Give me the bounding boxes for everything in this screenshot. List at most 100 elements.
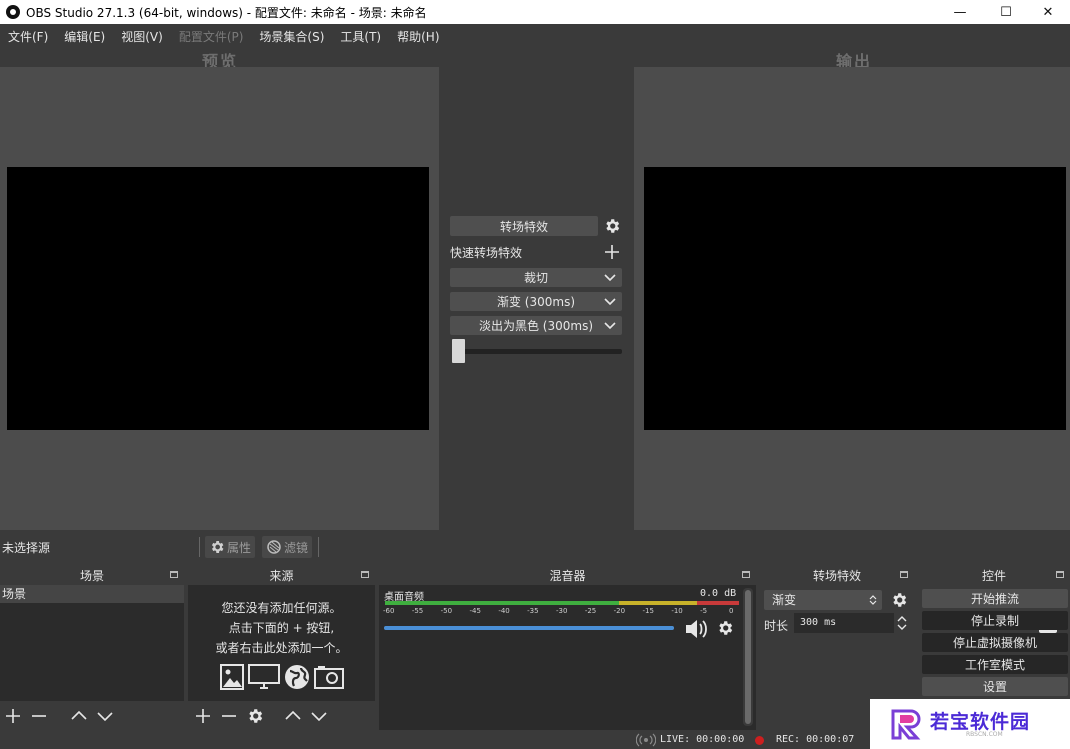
source-type-icons — [188, 664, 375, 690]
add-source-icon[interactable] — [194, 707, 212, 725]
image-icon — [219, 664, 244, 690]
meter-tick-label: -25 — [584, 607, 597, 615]
watermark-subtext: RBSCN.COM — [966, 731, 1003, 738]
program-canvas[interactable] — [644, 167, 1066, 430]
camera-icon — [313, 666, 344, 689]
menu-help[interactable]: 帮助(H) — [389, 28, 447, 45]
window-title: OBS Studio 27.1.3 (64-bit, windows) - 配置… — [26, 5, 427, 20]
close-button[interactable]: ✕ — [1026, 0, 1070, 24]
list-item[interactable]: 场景 — [0, 585, 184, 603]
menu-profile[interactable]: 配置文件(P) — [171, 28, 252, 45]
quick-transitions-label: 快速转场特效 — [450, 246, 523, 260]
menu-edit[interactable]: 编辑(E) — [56, 28, 113, 45]
settings-button[interactable]: 设置 — [922, 677, 1068, 696]
move-down-icon[interactable] — [310, 707, 328, 725]
start-streaming-button[interactable]: 开始推流 — [922, 589, 1068, 608]
toolbar-divider — [199, 537, 200, 557]
maximize-button[interactable]: ☐ — [984, 0, 1028, 24]
move-up-icon[interactable] — [284, 707, 302, 725]
chevron-down-icon — [604, 322, 616, 330]
sources-title-label: 来源 — [269, 568, 294, 583]
mixer-title-label: 混音器 — [549, 568, 586, 583]
scenes-list[interactable]: 场景 — [0, 585, 184, 701]
live-timer: LIVE: 00:00:00 — [660, 734, 745, 745]
speaker-icon[interactable] — [684, 618, 708, 640]
live-broadcast-icon — [636, 733, 656, 747]
empty-hint-line: 您还没有添加任何源。 — [221, 601, 342, 615]
move-down-icon[interactable] — [96, 707, 114, 725]
watermark-badge: 若宝软件园 RBSCN.COM — [870, 699, 1070, 749]
transition-select[interactable]: 渐变 — [764, 590, 882, 610]
float-dock-icon[interactable] — [900, 571, 908, 578]
empty-hint-line: 或者右击此处添加一个。 — [215, 641, 348, 655]
meter-tick-label: -35 — [527, 607, 539, 615]
properties-button[interactable]: 属性 — [205, 536, 256, 558]
meter-tick-label: -30 — [556, 607, 568, 615]
controls-title-label: 控件 — [981, 568, 1006, 583]
quick-transition-label: 裁切 — [523, 271, 548, 285]
sources-list[interactable]: 您还没有添加任何源。 点击下面的 + 按钮, 或者右击此处添加一个。 — [188, 585, 375, 701]
menu-file[interactable]: 文件(F) — [0, 28, 56, 45]
menu-tools[interactable]: 工具(T) — [332, 28, 389, 45]
remove-source-icon[interactable] — [220, 707, 238, 725]
menu-bar: 文件(F) 编辑(E) 视图(V) 配置文件(P) 场景集合(S) 工具(T) … — [0, 24, 1070, 48]
meter-tick-label: -50 — [440, 607, 453, 615]
globe-icon — [284, 665, 309, 689]
add-scene-icon[interactable] — [4, 707, 22, 725]
menu-scene-collection[interactable]: 场景集合(S) — [251, 28, 332, 45]
float-dock-icon[interactable] — [1056, 571, 1064, 578]
transition-button[interactable]: 转场特效 — [450, 216, 598, 236]
float-dock-icon[interactable] — [361, 571, 369, 578]
transition-slider-handle[interactable] — [452, 339, 465, 363]
mixer-scrollbar-thumb[interactable] — [745, 590, 751, 724]
source-properties-gear-icon[interactable] — [246, 707, 264, 725]
quick-transition-cut[interactable]: 裁切 — [450, 268, 622, 287]
toolbar-divider — [318, 537, 319, 557]
updown-chevron-icon — [869, 595, 877, 605]
meter-tick-label: -60 — [383, 607, 395, 615]
transition-properties-gear-icon[interactable] — [890, 591, 908, 609]
meter-tick-label: -15 — [642, 607, 654, 615]
chevron-down-icon — [604, 298, 616, 306]
watermark-text: 若宝软件园 — [930, 711, 1031, 733]
preview-canvas[interactable] — [7, 167, 429, 430]
preview-panel[interactable] — [0, 67, 439, 530]
transitions-title-label: 转场特效 — [812, 568, 861, 583]
stop-recording-button[interactable]: 停止录制 — [922, 611, 1068, 630]
meter-tick-label: 0 — [729, 607, 734, 615]
stop-virtual-camera-button[interactable]: 停止虚拟摄像机 — [922, 633, 1068, 652]
obs-logo-icon — [6, 5, 20, 19]
transition-gear-icon[interactable] — [603, 217, 621, 235]
mixer-scrollbar[interactable] — [743, 588, 753, 726]
controls-title-bar: 控件 — [918, 565, 1070, 585]
transition-slider-track[interactable] — [452, 349, 622, 354]
program-panel[interactable] — [634, 67, 1070, 530]
quick-transition-fade[interactable]: 渐变 (300ms) — [450, 292, 622, 311]
float-dock-icon[interactable] — [742, 571, 750, 578]
transition-select-value: 渐变 — [772, 593, 797, 607]
quick-transition-label: 淡出为黑色 (300ms) — [478, 319, 594, 333]
mixer-body: 桌面音频 0.0 dB -60 -55 -50 -45 -40 -35 -30 -25 -20-… — [379, 585, 1057, 730]
filters-button[interactable]: 滤镜 — [262, 536, 313, 558]
meter-tick-label: -20 — [613, 607, 626, 615]
volume-slider-fill — [384, 626, 674, 630]
add-quick-transition-icon[interactable] — [604, 244, 620, 260]
quick-transition-fade-to-black[interactable]: 淡出为黑色 (300ms) — [450, 316, 622, 335]
mixer-dock-title: 混音器 — [379, 565, 756, 585]
meter-tick-label: -5 — [700, 607, 708, 615]
scenes-dock-title: 场景 — [0, 565, 184, 585]
watermark-logo-icon — [891, 709, 921, 740]
duration-stepper-icon[interactable] — [896, 613, 908, 633]
minimize-button[interactable]: — — [938, 0, 982, 24]
duration-input[interactable]: 300 ms — [794, 613, 894, 633]
transitions-dock-title: 转场特效 — [760, 565, 914, 585]
studio-mode-button[interactable]: 工作室模式 — [922, 655, 1068, 674]
remove-scene-icon[interactable] — [30, 707, 48, 725]
mixer-gear-icon[interactable] — [716, 619, 734, 637]
filters-label: 滤镜 — [284, 540, 309, 555]
menu-view[interactable]: 视图(V) — [113, 28, 171, 45]
move-up-icon[interactable] — [70, 707, 88, 725]
float-dock-icon[interactable] — [170, 571, 178, 578]
duration-label: 时长 — [764, 619, 789, 633]
volume-slider-track[interactable] — [384, 626, 674, 630]
